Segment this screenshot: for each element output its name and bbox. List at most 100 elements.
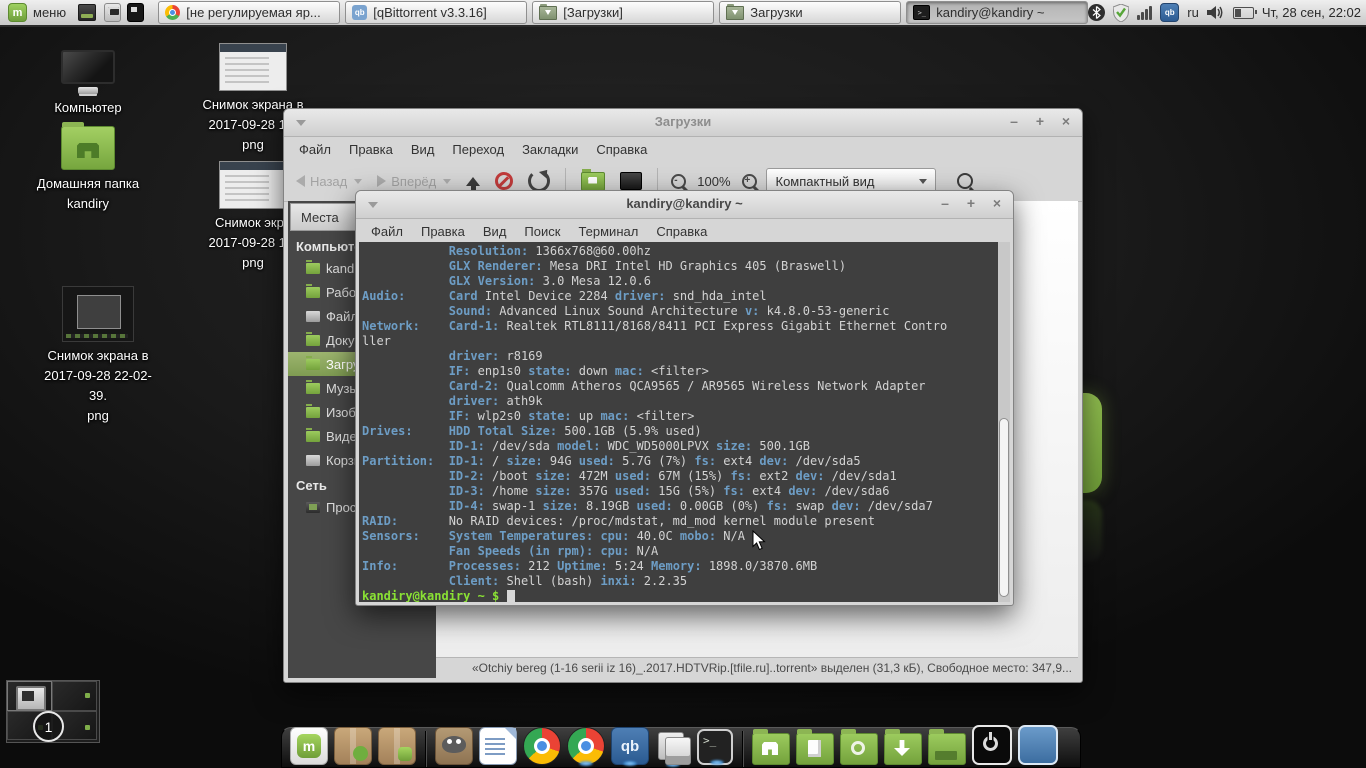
term-menu-Поиск[interactable]: Поиск [515,222,569,241]
term-menu-Правка[interactable]: Правка [412,222,474,241]
terminal-scrollbar[interactable] [998,242,1010,602]
show-desktop-icon[interactable] [78,4,95,21]
fm-menu-Переход[interactable]: Переход [443,140,513,159]
taskbar-button-2[interactable]: qb[qBittorrent v3.3.16] [345,1,527,24]
desktop-icon-screenshot3[interactable]: Снимок экрана в2017-09-28 22-02-39.png [36,286,160,426]
term-menu-Файл[interactable]: Файл [362,222,412,241]
volume-icon[interactable] [1207,5,1225,20]
workspace-2[interactable] [52,681,97,711]
minimize-button[interactable]: – [939,195,951,211]
workspace-1[interactable] [7,681,52,711]
terminal-launcher-icon[interactable] [127,3,144,22]
taskbar-button-label: [не регулируемая яр... [186,5,321,20]
taskbar-button-4[interactable]: Загрузки [719,1,901,24]
fm-menu-Правка[interactable]: Правка [340,140,402,159]
dock-folder-documents-icon[interactable] [796,733,834,765]
taskbar-button-label: kandiry@kandiry ~ [936,5,1044,20]
dock-folder-downloads-icon[interactable] [884,733,922,765]
up-button[interactable] [466,177,480,186]
stop-button[interactable] [495,172,513,190]
running-indicator [710,760,724,765]
mint-logo-icon: m [8,3,27,22]
file-manager-titlebar[interactable]: Загрузки – + × [284,109,1082,137]
scrollbar-thumb[interactable] [999,418,1009,596]
pictures-icon [306,407,320,418]
running-indicator [579,761,593,766]
dock-software-manager-icon[interactable] [378,727,416,765]
dock-chrome-icon[interactable] [523,727,561,765]
screenshot-launcher-icon[interactable] [104,3,121,22]
back-button[interactable]: Назад [292,171,366,192]
menu-button[interactable]: m меню [0,0,74,25]
fm-menu-Вид[interactable]: Вид [402,140,444,159]
term-menu-Справка[interactable]: Справка [647,222,716,241]
fm-menu-Файл[interactable]: Файл [290,140,340,159]
fm-menu-Закладки[interactable]: Закладки [513,140,587,159]
statusbar: «Otchiy bereg (1-16 serii iz 16)_.2017.H… [436,657,1078,678]
dock-file-manager-icon[interactable] [655,729,691,765]
back-label: Назад [310,174,347,189]
taskbar-button-1[interactable]: [не регулируемая яр... [158,1,340,24]
minimize-button[interactable]: – [1008,113,1020,129]
forward-label: Вперёд [391,174,436,189]
clock[interactable]: Чт, 28 сен, 22:02 [1262,5,1361,20]
computer-button[interactable] [620,172,642,190]
terminal-window: kandiry@kandiry ~ – + × ФайлПравкаВидПои… [355,190,1014,606]
dock-gimp-icon[interactable] [435,727,473,765]
chrome-icon [165,5,180,20]
music-icon [306,383,320,394]
desktop-icon-home[interactable]: Домашняя папкаkandiry [26,126,150,214]
dock-folder-home-icon[interactable] [752,733,790,765]
dock-chrome-icon[interactable] [567,727,605,765]
refresh-button[interactable] [528,170,550,192]
dock-power-icon[interactable] [972,725,1012,765]
close-button[interactable]: × [1060,113,1072,129]
mint-logo-glyph: m [297,734,321,758]
dock-terminal-icon[interactable]: >_ [697,729,733,765]
forward-button[interactable]: Вперёд [373,171,455,192]
taskbar-button-5[interactable]: >_kandiry@kandiry ~ [906,1,1088,24]
search-button[interactable] [957,173,973,189]
network-signal-icon[interactable] [1137,6,1152,20]
dock-mint-logo-icon[interactable]: m [290,727,328,765]
desktop-icon-computer[interactable]: Компьютер [26,50,150,118]
back-history-dropdown-icon[interactable] [354,179,362,184]
close-button[interactable]: × [991,195,1003,211]
qbittorrent-tray-icon[interactable]: qb [1160,3,1179,22]
taskbar-button-3[interactable]: [Загрузки] [532,1,714,24]
keyboard-layout-indicator[interactable]: ru [1187,5,1199,20]
dock-folder-recent-icon[interactable] [840,733,878,765]
update-manager-shield-icon[interactable] [1113,4,1129,22]
dock-folder-desktop-icon[interactable] [928,733,966,765]
maximize-button[interactable]: + [1034,113,1046,129]
desktop-icon-label: Компьютер [54,98,121,118]
menu-label: меню [33,5,66,20]
fm-menu-Справка[interactable]: Справка [587,140,656,159]
zoom-in-button[interactable]: + [742,174,757,189]
forward-history-dropdown-icon[interactable] [443,179,451,184]
dock-separator [425,731,426,767]
terminal-titlebar[interactable]: kandiry@kandiry ~ – + × [356,191,1013,219]
maximize-button[interactable]: + [965,195,977,211]
term-menu-Вид[interactable]: Вид [474,222,516,241]
file-manager-menubar: ФайлПравкаВидПереходЗакладкиСправка [284,137,1082,161]
terminal-content[interactable]: Resolution: 1366x768@60.00hz GLX Rendere… [359,242,1010,602]
qbittorrent-icon: qb [352,5,367,20]
term-menu-Терминал[interactable]: Терминал [569,222,647,241]
dock-accessibility-icon[interactable] [1018,725,1058,765]
battery-icon[interactable] [1233,7,1254,19]
window-title: kandiry@kandiry ~ [356,196,1013,211]
dock-libreoffice-writer-icon[interactable] [479,727,517,765]
running-indicator [623,761,637,766]
dock-package-installer-icon[interactable] [334,727,372,765]
documents-icon [306,335,320,346]
computer-icon [61,50,115,94]
workspace-number-badge: 1 [33,711,64,742]
home-button[interactable] [581,172,605,191]
trash-icon [306,455,320,466]
dock-qbittorrent-icon[interactable]: qb [611,727,649,765]
system-tray: qb ru Чт, 28 сен, 22:02 [1088,3,1366,22]
dock: m qb >_ [281,727,1081,768]
bluetooth-icon[interactable] [1088,4,1105,21]
zoom-out-button[interactable]: - [671,174,686,189]
